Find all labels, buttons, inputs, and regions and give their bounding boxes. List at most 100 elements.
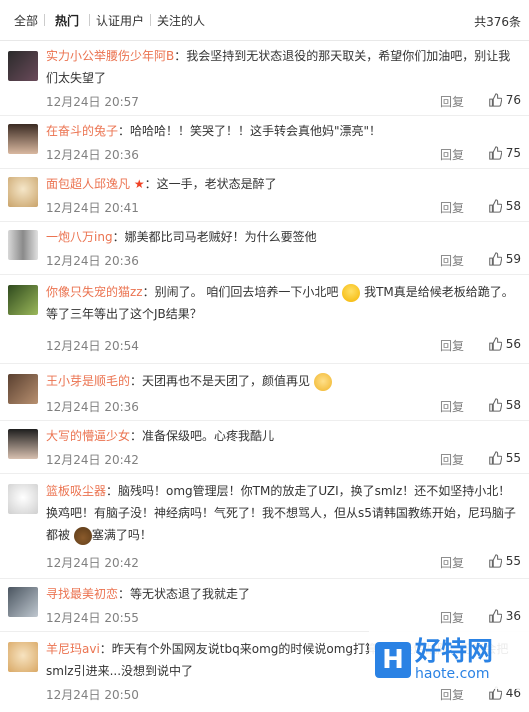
comment-item: 在奋斗的兔子：哈哈哈！！笑哭了！！这手转会真他妈"漂亮"！ 12月24日 20:…: [0, 116, 529, 169]
like-button[interactable]: 58: [488, 199, 521, 213]
user-name-link[interactable]: 你像只失宠的猫zz: [46, 285, 143, 299]
reply-button[interactable]: 回复: [440, 199, 464, 216]
avatar[interactable]: [8, 642, 38, 672]
comment-item: 王小芽是顺毛的：天团再也不是天团了，颜值再见 12月24日 20:36 回复 5…: [0, 364, 529, 421]
comment-time: 12月24日 20:36: [46, 252, 139, 269]
thumbs-up-icon: [488, 199, 502, 213]
like-count: 55: [506, 451, 521, 465]
comment-body: 在奋斗的兔子：哈哈哈！！笑哭了！！这手转会真他妈"漂亮"！: [46, 120, 521, 142]
reply-button[interactable]: 回复: [440, 398, 464, 415]
comment-item: 寻找最美初恋：等无状态退了我就走了 12月24日 20:55 回复 36: [0, 579, 529, 632]
comment-body: 一炮八万ing：娜美都比司马老贼好！为什么要签他: [46, 226, 521, 248]
watermark-domain: haote.com: [415, 667, 493, 682]
comment-item: 篮板吸尘器：脑残吗！omg管理层！你TM的放走了UZI，换了smlz！还不如坚持…: [0, 474, 529, 579]
comment-time: 12月24日 20:36: [46, 146, 139, 163]
comment-text: ：哈哈哈！！笑哭了！！这手转会真他妈"漂亮"！: [118, 124, 381, 138]
tab-all[interactable]: 全部: [8, 12, 44, 29]
reply-button[interactable]: 回复: [440, 554, 464, 571]
avatar[interactable]: [8, 484, 38, 514]
like-count: 56: [506, 337, 521, 351]
red-star-icon: ★: [134, 177, 145, 191]
like-count: 36: [506, 609, 521, 623]
reply-button[interactable]: 回复: [440, 451, 464, 468]
comment-body: 篮板吸尘器：脑残吗！omg管理层！你TM的放走了UZI，换了smlz！还不如坚持…: [46, 480, 521, 546]
haote-logo-icon: H: [375, 642, 411, 678]
comment-time: 12月24日 20:42: [46, 451, 139, 468]
user-name-link[interactable]: 篮板吸尘器: [46, 484, 106, 498]
comment-text: ：娜美都比司马老贼好！为什么要签他: [113, 230, 317, 244]
like-button[interactable]: 75: [488, 146, 521, 160]
comment-text: ：准备保级吧。心疼我酷儿: [130, 429, 274, 443]
like-count: 58: [506, 398, 521, 412]
like-count: 59: [506, 252, 521, 266]
like-button[interactable]: 59: [488, 252, 521, 266]
reply-button[interactable]: 回复: [440, 337, 464, 354]
avatar[interactable]: [8, 374, 38, 404]
user-name-link[interactable]: 实力小公举腰伤少年阿B: [46, 49, 174, 63]
like-button[interactable]: 56: [488, 337, 521, 351]
thumbs-up-icon: [488, 398, 502, 412]
comment-body: 你像只失宠的猫zz：别闹了。 咱们回去培养一下小北吧 我TM真是给候老板给跪了。…: [46, 281, 521, 325]
reply-button[interactable]: 回复: [440, 609, 464, 626]
poop-emoji-icon: [74, 527, 92, 545]
comment-text: ：这一手，老状态是醉了: [145, 177, 277, 191]
thumbs-up-icon: [488, 337, 502, 351]
user-name-link[interactable]: 大写的懵逼少女: [46, 429, 130, 443]
comment-body: 王小芽是顺毛的：天团再也不是天团了，颜值再见: [46, 370, 521, 392]
reply-button[interactable]: 回复: [440, 146, 464, 163]
comment-item: 实力小公举腰伤少年阿B：我会坚持到无状态退役的那天取关，希望你们加油吧，别让我们…: [0, 41, 529, 116]
comment-list: 实力小公举腰伤少年阿B：我会坚持到无状态退役的那天取关，希望你们加油吧，别让我们…: [0, 41, 529, 712]
site-watermark: H 好特网 haote.com: [369, 631, 529, 689]
like-count: 58: [506, 199, 521, 213]
tab-divider: [44, 14, 45, 26]
thumbs-up-icon: [488, 252, 502, 266]
user-name-link[interactable]: 在奋斗的兔子: [46, 124, 118, 138]
user-name-link[interactable]: 王小芽是顺毛的: [46, 374, 130, 388]
tab-hot[interactable]: 热门: [49, 12, 85, 29]
user-name-link[interactable]: 羊尼玛avi: [46, 642, 100, 656]
comment-time: 12月24日 20:42: [46, 554, 139, 571]
comment-body: 面包超人邱逸凡 ★：这一手，老状态是醉了: [46, 173, 521, 195]
thumbs-up-icon: [488, 554, 502, 568]
tab-verified-users[interactable]: 认证用户: [90, 12, 150, 29]
comment-item: 大写的懵逼少女：准备保级吧。心疼我酷儿 12月24日 20:42 回复 55: [0, 421, 529, 474]
comment-time: 12月24日 20:36: [46, 398, 139, 415]
comment-item: 你像只失宠的猫zz：别闹了。 咱们回去培养一下小北吧 我TM真是给候老板给跪了。…: [0, 275, 529, 364]
like-button[interactable]: 76: [488, 93, 521, 107]
avatar[interactable]: [8, 124, 38, 154]
user-name-link[interactable]: 面包超人邱逸凡: [46, 177, 130, 191]
avatar[interactable]: [8, 177, 38, 207]
avatar[interactable]: [8, 587, 38, 617]
like-button[interactable]: 58: [488, 398, 521, 412]
like-button[interactable]: 36: [488, 609, 521, 623]
comment-time: 12月24日 20:57: [46, 93, 139, 110]
comment-body: 大写的懵逼少女：准备保级吧。心疼我酷儿: [46, 425, 521, 447]
like-button[interactable]: 55: [488, 451, 521, 465]
avatar[interactable]: [8, 429, 38, 459]
like-count: 76: [506, 93, 521, 107]
comment-text: ：别闹了。 咱们回去培养一下小北吧: [143, 285, 339, 299]
tab-following[interactable]: 关注的人: [151, 12, 211, 29]
user-name-link[interactable]: 寻找最美初恋: [46, 587, 118, 601]
comment-body: 实力小公举腰伤少年阿B：我会坚持到无状态退役的那天取关，希望你们加油吧，别让我们…: [46, 45, 521, 89]
comment-text: ：等无状态退了我就走了: [118, 587, 250, 601]
cat-emoji-icon: [314, 373, 332, 391]
comment-count: 共376条: [474, 13, 521, 30]
laughing-emoji-icon: [342, 284, 360, 302]
comment-item: 一炮八万ing：娜美都比司马老贼好！为什么要签他 12月24日 20:36 回复…: [0, 222, 529, 275]
like-button[interactable]: 55: [488, 554, 521, 568]
avatar[interactable]: [8, 285, 38, 315]
comment-filter-bar: 全部 热门 认证用户 关注的人 共376条: [0, 0, 529, 41]
comment-time: 12月24日 20:54: [46, 337, 139, 354]
reply-button[interactable]: 回复: [440, 252, 464, 269]
comment-text: ：天团再也不是天团了，颜值再见: [130, 374, 310, 388]
comment-body: 寻找最美初恋：等无状态退了我就走了: [46, 583, 521, 605]
like-count: 55: [506, 554, 521, 568]
user-name-link[interactable]: 一炮八万ing: [46, 230, 113, 244]
thumbs-up-icon: [488, 451, 502, 465]
reply-button[interactable]: 回复: [440, 93, 464, 110]
thumbs-up-icon: [488, 93, 502, 107]
avatar[interactable]: [8, 51, 38, 81]
avatar[interactable]: [8, 230, 38, 260]
comment-item: 面包超人邱逸凡 ★：这一手，老状态是醉了 12月24日 20:41 回复 58: [0, 169, 529, 222]
